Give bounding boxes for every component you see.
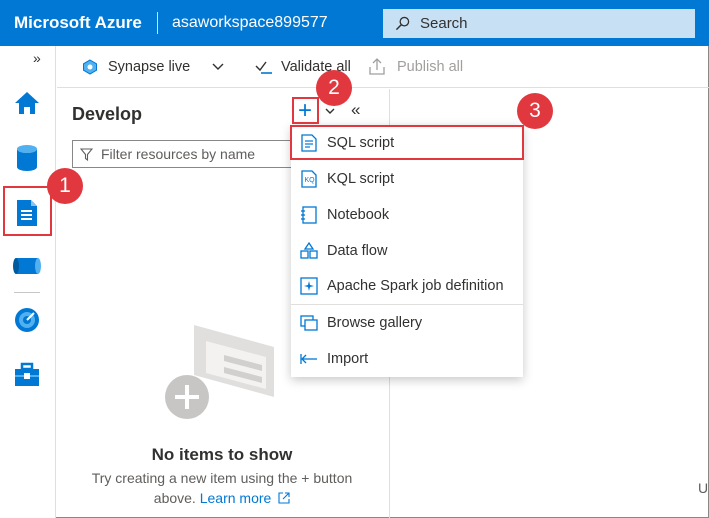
learn-more-label: Learn more xyxy=(199,490,272,506)
manage-icon[interactable] xyxy=(10,358,44,392)
gallery-icon xyxy=(300,315,318,331)
spark-job-icon xyxy=(300,277,318,295)
filter-placeholder: Filter resources by name xyxy=(101,146,256,162)
monitor-icon[interactable] xyxy=(10,303,44,337)
learn-more-link[interactable]: Learn more xyxy=(200,490,290,506)
filter-icon xyxy=(80,147,93,161)
clipped-edge-text: U xyxy=(698,480,709,496)
menu-item-label: Apache Spark job definition xyxy=(327,278,504,294)
header-divider xyxy=(157,12,158,34)
brand-label[interactable]: Microsoft Azure xyxy=(14,13,144,33)
empty-state-title: No items to show xyxy=(151,445,293,464)
menu-item-notebook[interactable]: Notebook xyxy=(291,197,523,233)
notebook-icon xyxy=(301,206,317,224)
publish-icon xyxy=(369,58,385,75)
rail-expand-button[interactable]: » xyxy=(33,50,41,66)
publish-all-button[interactable]: Publish all xyxy=(369,46,463,88)
data-flow-icon xyxy=(300,241,318,259)
search-placeholder: Search xyxy=(420,15,468,32)
publish-all-label: Publish all xyxy=(397,59,464,75)
search-icon xyxy=(395,16,410,31)
svg-text:KQ: KQ xyxy=(305,177,316,184)
menu-item-spark-job-definition[interactable]: Apache Spark job definition xyxy=(291,268,523,304)
rail-divider xyxy=(14,292,40,293)
filter-input[interactable]: Filter resources by name xyxy=(72,140,312,168)
synapse-icon xyxy=(83,59,97,75)
callout-badge-2: 2 xyxy=(316,70,352,106)
workspace-name[interactable]: asaworkspace899577 xyxy=(172,14,328,32)
menu-item-label: Browse gallery xyxy=(327,315,423,331)
menu-item-data-flow[interactable]: Data flow xyxy=(291,233,523,269)
highlight-add-button xyxy=(292,97,319,124)
highlight-develop-hub xyxy=(3,186,52,236)
menu-item-label: Notebook xyxy=(327,207,390,223)
left-rail: » xyxy=(0,46,56,518)
toolbar: Synapse live Validate all Publish all xyxy=(57,46,709,88)
menu-item-label: KQL script xyxy=(327,171,395,187)
integrate-icon[interactable] xyxy=(10,249,44,283)
highlight-sql-script xyxy=(290,125,524,160)
collapse-pane-button[interactable]: « xyxy=(351,100,360,120)
menu-item-kql-script[interactable]: KQ KQL script xyxy=(291,161,523,197)
menu-item-label: Import xyxy=(327,351,369,367)
menu-item-label: Data flow xyxy=(327,243,388,259)
menu-item-browse-gallery[interactable]: Browse gallery xyxy=(291,305,523,341)
import-icon xyxy=(300,354,317,364)
validate-icon xyxy=(255,61,272,74)
callout-badge-3: 3 xyxy=(517,93,553,129)
synapse-live-label: Synapse live xyxy=(108,59,191,75)
develop-title: Develop xyxy=(72,104,143,124)
empty-state-illustration xyxy=(165,325,274,419)
external-link-icon xyxy=(278,492,290,504)
chevron-down-icon xyxy=(212,63,224,70)
top-bar: Microsoft Azure asaworkspace899577 Searc… xyxy=(0,0,709,46)
empty-state-text: Try creating a new item using the + butt… xyxy=(77,468,367,508)
kql-script-icon: KQ xyxy=(301,170,317,188)
chevron-down-icon[interactable] xyxy=(325,108,335,115)
new-item-menu: SQL script KQ KQL script Notebook Data f… xyxy=(291,125,523,377)
data-icon[interactable] xyxy=(10,141,44,175)
search-box[interactable]: Search xyxy=(383,9,695,38)
synapse-live-selector[interactable]: Synapse live xyxy=(82,46,224,88)
menu-item-import[interactable]: Import xyxy=(291,341,523,377)
home-icon[interactable] xyxy=(10,86,44,120)
callout-badge-1: 1 xyxy=(47,168,83,204)
